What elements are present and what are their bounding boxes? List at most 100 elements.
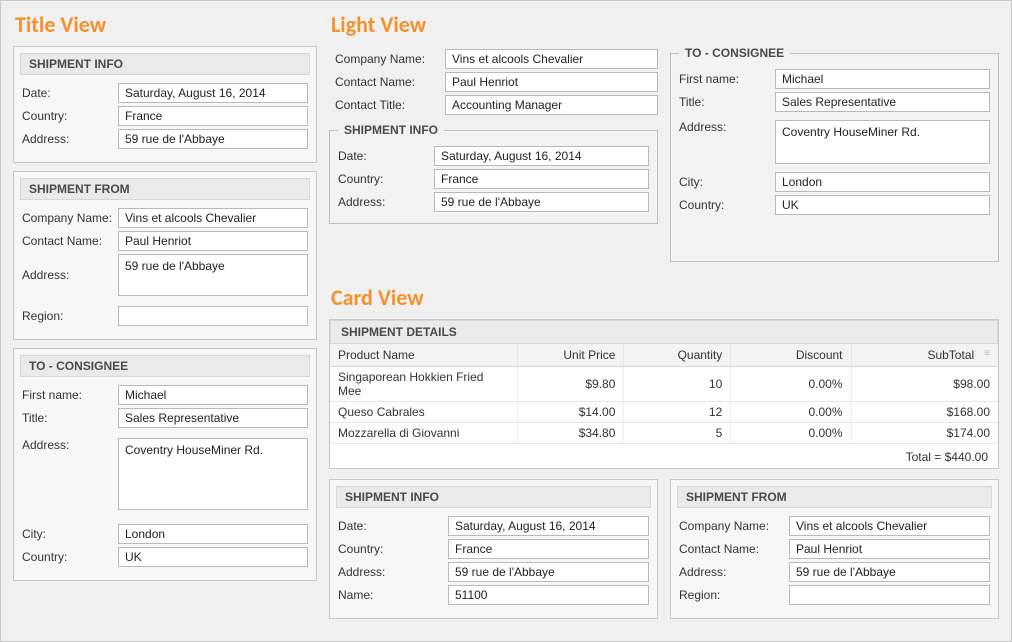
panel-title: SHIPMENT INFO bbox=[20, 53, 310, 75]
address-field[interactable]: Coventry HouseMiner Rd. bbox=[118, 438, 308, 510]
panel-title: SHIPMENT FROM bbox=[20, 178, 310, 200]
label-company: Company Name: bbox=[679, 519, 789, 533]
label-address: Address: bbox=[338, 565, 448, 579]
row-title: Title: Sales Representative bbox=[22, 408, 308, 428]
table-row[interactable]: Singaporean Hokkien Fried Mee$9.80100.00… bbox=[330, 367, 998, 402]
contact-title-field[interactable]: Accounting Manager bbox=[445, 95, 658, 115]
date-field[interactable]: Saturday, August 16, 2014 bbox=[434, 146, 649, 166]
card-bottom-row: SHIPMENT INFO Date: Saturday, August 16,… bbox=[329, 479, 999, 619]
col-discount[interactable]: Discount bbox=[731, 344, 851, 367]
row-contact: Contact Name: Paul Henriot bbox=[335, 72, 658, 92]
row-company: Company Name: Vins et alcools Chevalier bbox=[22, 208, 308, 228]
card-view-heading: Card View bbox=[331, 284, 999, 311]
cell-product: Singaporean Hokkien Fried Mee bbox=[330, 367, 517, 402]
panel-title: SHIPMENT INFO bbox=[336, 486, 651, 508]
address-field[interactable]: 59 rue de l'Abbaye bbox=[434, 192, 649, 212]
country-field[interactable]: France bbox=[118, 106, 308, 126]
firstname-field[interactable]: Michael bbox=[775, 69, 990, 89]
label-address: Address: bbox=[22, 132, 118, 146]
title-field[interactable]: Sales Representative bbox=[118, 408, 308, 428]
row-firstname: First name: Michael bbox=[679, 69, 990, 89]
label-contact-title: Contact Title: bbox=[335, 98, 445, 112]
label-date: Date: bbox=[22, 86, 118, 100]
title-field[interactable]: Sales Representative bbox=[775, 92, 990, 112]
address-field[interactable]: 59 rue de l'Abbaye bbox=[118, 129, 308, 149]
firstname-field[interactable]: Michael bbox=[118, 385, 308, 405]
country-field[interactable]: France bbox=[448, 539, 649, 559]
row-contact-title: Contact Title: Accounting Manager bbox=[335, 95, 658, 115]
table-row[interactable]: Mozzarella di Giovanni$34.8050.00%$174.0… bbox=[330, 423, 998, 444]
col-quantity[interactable]: Quantity bbox=[624, 344, 731, 367]
title-view-column: Title View SHIPMENT INFO Date: Saturday,… bbox=[5, 5, 323, 637]
region-field[interactable] bbox=[789, 585, 990, 605]
country-field[interactable]: UK bbox=[118, 547, 308, 567]
card-shipment-from-panel: SHIPMENT FROM Company Name: Vins et alco… bbox=[670, 479, 999, 619]
label-firstname: First name: bbox=[679, 72, 775, 86]
label-city: City: bbox=[679, 175, 775, 189]
label-address: Address: bbox=[338, 195, 434, 209]
label-firstname: First name: bbox=[22, 388, 118, 402]
row-company: Company Name: Vins et alcools Chevalier bbox=[679, 516, 990, 536]
label-address: Address: bbox=[679, 120, 775, 134]
region-field[interactable] bbox=[118, 306, 308, 326]
company-field[interactable]: Vins et alcools Chevalier bbox=[445, 49, 658, 69]
city-field[interactable]: London bbox=[118, 524, 308, 544]
col-unitprice[interactable]: Unit Price bbox=[517, 344, 624, 367]
details-total: Total = $440.00 bbox=[330, 444, 998, 468]
title-view-heading: Title View bbox=[15, 11, 317, 38]
contact-field[interactable]: Paul Henriot bbox=[789, 539, 990, 559]
cell-product: Mozzarella di Giovanni bbox=[330, 423, 517, 444]
label-contact: Contact Name: bbox=[679, 542, 789, 556]
label-date: Date: bbox=[338, 149, 434, 163]
label-country: Country: bbox=[679, 198, 775, 212]
row-city: City: London bbox=[679, 172, 990, 192]
address-field[interactable]: 59 rue de l'Abbaye bbox=[448, 562, 649, 582]
sort-icon[interactable]: ≡ bbox=[984, 348, 990, 359]
details-table: Product Name Unit Price Quantity Discoun… bbox=[330, 344, 998, 444]
label-company: Company Name: bbox=[22, 211, 118, 225]
row-country: Country: France bbox=[22, 106, 308, 126]
country-field[interactable]: UK bbox=[775, 195, 990, 215]
light-view-top: Company Name: Vins et alcools Chevalier … bbox=[329, 46, 999, 270]
address-field[interactable]: 59 rue de l'Abbaye bbox=[789, 562, 990, 582]
row-address: Address: Coventry HouseMiner Rd. bbox=[679, 120, 990, 164]
card-details-title: SHIPMENT DETAILS bbox=[330, 320, 998, 344]
cell-unitprice: $9.80 bbox=[517, 367, 624, 402]
date-field[interactable]: Saturday, August 16, 2014 bbox=[118, 83, 308, 103]
cell-quantity: 10 bbox=[624, 367, 731, 402]
table-row[interactable]: Queso Cabrales$14.00120.00%$168.00 bbox=[330, 402, 998, 423]
label-region: Region: bbox=[22, 309, 118, 323]
label-contact: Contact Name: bbox=[22, 234, 118, 248]
row-contact: Contact Name: Paul Henriot bbox=[679, 539, 990, 559]
date-field[interactable]: Saturday, August 16, 2014 bbox=[448, 516, 649, 536]
cell-unitprice: $34.80 bbox=[517, 423, 624, 444]
name-field[interactable]: 51100 bbox=[448, 585, 649, 605]
label-contact: Contact Name: bbox=[335, 75, 445, 89]
card-shipment-info-panel: SHIPMENT INFO Date: Saturday, August 16,… bbox=[329, 479, 658, 619]
right-column: Light View Company Name: Vins et alcools… bbox=[323, 5, 1007, 637]
city-field[interactable]: London bbox=[775, 172, 990, 192]
contact-field[interactable]: Paul Henriot bbox=[118, 231, 308, 251]
address-field[interactable]: Coventry HouseMiner Rd. bbox=[775, 120, 990, 164]
row-firstname: First name: Michael bbox=[22, 385, 308, 405]
col-product[interactable]: Product Name bbox=[330, 344, 517, 367]
country-field[interactable]: France bbox=[434, 169, 649, 189]
titleview-shipment-info-panel: SHIPMENT INFO Date: Saturday, August 16,… bbox=[13, 46, 317, 163]
cell-subtotal: $174.00 bbox=[851, 423, 998, 444]
light-top-fields: Company Name: Vins et alcools Chevalier … bbox=[335, 49, 658, 115]
group-legend: TO - CONSIGNEE bbox=[679, 46, 790, 60]
light-view-heading: Light View bbox=[331, 11, 999, 38]
col-subtotal[interactable]: SubTotal ≡ bbox=[851, 344, 998, 367]
row-name: Name: 51100 bbox=[338, 585, 649, 605]
address-field[interactable]: 59 rue de l'Abbaye bbox=[118, 254, 308, 296]
company-field[interactable]: Vins et alcools Chevalier bbox=[118, 208, 308, 228]
label-title: Title: bbox=[22, 411, 118, 425]
row-city: City: London bbox=[22, 524, 308, 544]
label-address: Address: bbox=[22, 268, 118, 282]
company-field[interactable]: Vins et alcools Chevalier bbox=[789, 516, 990, 536]
row-country: Country: France bbox=[338, 169, 649, 189]
label-date: Date: bbox=[338, 519, 448, 533]
contact-field[interactable]: Paul Henriot bbox=[445, 72, 658, 92]
cell-subtotal: $98.00 bbox=[851, 367, 998, 402]
row-date: Date: Saturday, August 16, 2014 bbox=[338, 146, 649, 166]
